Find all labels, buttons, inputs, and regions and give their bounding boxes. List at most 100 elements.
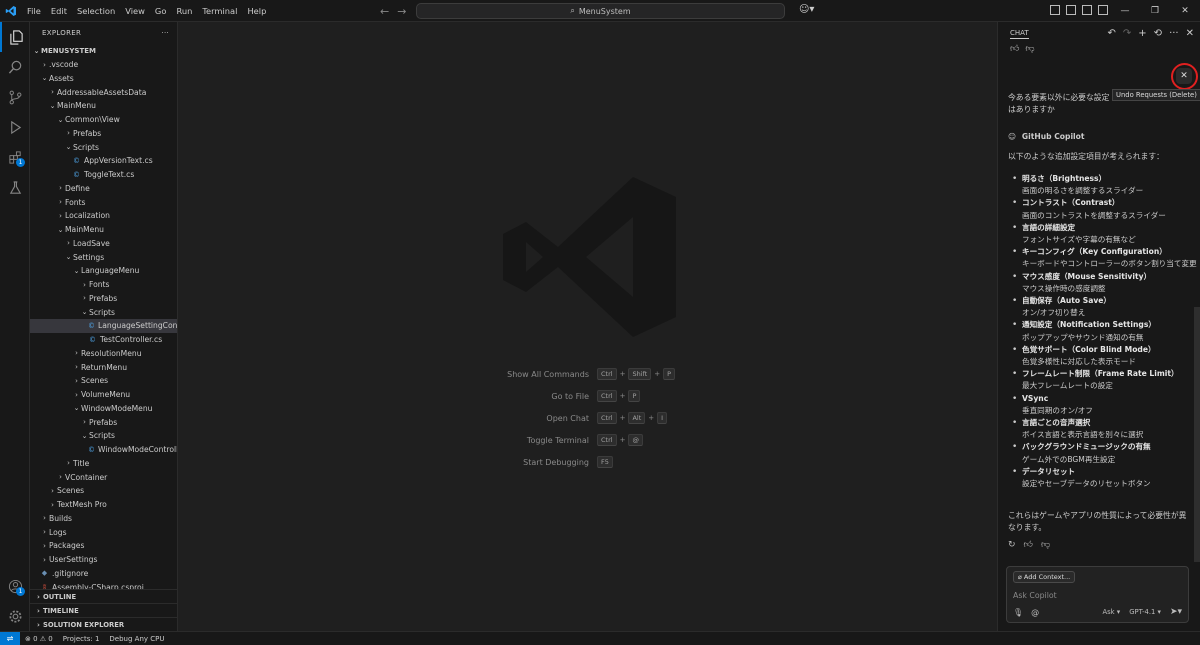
restore-icon[interactable]: ❐ xyxy=(1140,0,1170,22)
more-actions-icon[interactable]: ··· xyxy=(161,29,169,37)
ask-copilot-input[interactable] xyxy=(1013,589,1183,601)
tree-folder[interactable]: › AddressableAssetsData xyxy=(30,85,177,99)
chevron-right-icon: › xyxy=(59,198,62,207)
mention-icon[interactable]: @ xyxy=(1031,608,1039,617)
minimize-icon[interactable]: — xyxy=(1110,0,1140,22)
mode-select[interactable]: Ask ▾ xyxy=(1102,608,1120,616)
thumbs-up-icon[interactable]: 👍︎ xyxy=(1024,540,1033,550)
command-center[interactable]: ⌕ MenuSystem xyxy=(416,3,785,19)
tree-file[interactable]: © TestController.cs xyxy=(30,333,177,347)
tree-folder[interactable]: › Prefabs xyxy=(30,127,177,141)
run-debug-icon[interactable] xyxy=(0,112,30,142)
tree-folder[interactable]: › VContainer xyxy=(30,470,177,484)
toggle-secondary-sidebar-icon[interactable] xyxy=(1098,5,1108,15)
tree-folder[interactable]: ⌄ Assets xyxy=(30,72,177,86)
tree-folder[interactable]: › LoadSave xyxy=(30,237,177,251)
tree-folder[interactable]: › Scenes xyxy=(30,374,177,388)
section-solution-explorer[interactable]: › SOLUTION EXPLORER xyxy=(30,617,177,631)
tree-folder[interactable]: ⌄ Settings xyxy=(30,250,177,264)
explorer-icon[interactable] xyxy=(0,22,30,52)
more-icon[interactable]: ··· xyxy=(1169,28,1179,39)
chat-panel: CHAT ↶ ↷ + ⟲ ··· ✕ 👍︎ 👎︎ ✕ Undo Requests… xyxy=(997,22,1200,631)
layout-controls xyxy=(1050,5,1108,15)
manage-gear-icon[interactable] xyxy=(0,601,30,631)
thumbs-down-icon[interactable]: 👎︎ xyxy=(1041,540,1050,550)
redo-icon[interactable]: ↷ xyxy=(1123,28,1131,39)
menu-terminal[interactable]: Terminal xyxy=(197,0,242,22)
tree-folder[interactable]: ⌄ Scripts xyxy=(30,140,177,154)
tree-file[interactable]: © AppVersionText.cs xyxy=(30,154,177,168)
tree-folder[interactable]: › Fonts xyxy=(30,195,177,209)
close-chat-icon[interactable]: ✕ xyxy=(1186,28,1194,39)
model-select[interactable]: GPT-4.1 ▾ xyxy=(1129,608,1161,616)
retry-icon[interactable]: ↻ xyxy=(1008,540,1016,550)
thumbs-down-icon[interactable]: 👎︎ xyxy=(1025,44,1034,54)
customize-layout-icon[interactable] xyxy=(1050,5,1060,15)
source-control-icon[interactable] xyxy=(0,82,30,112)
menu-view[interactable]: View xyxy=(120,0,150,22)
tree-folder[interactable]: ⌄ Scripts xyxy=(30,305,177,319)
tree-file[interactable]: ◆ .gitignore xyxy=(30,567,177,581)
tree-folder[interactable]: › Localization xyxy=(30,209,177,223)
history-icon[interactable]: ⟲ xyxy=(1154,28,1162,39)
tree-folder[interactable]: ⌄ LanguageMenu xyxy=(30,264,177,278)
tree-folder[interactable]: › UserSettings xyxy=(30,553,177,567)
menu-help[interactable]: Help xyxy=(242,0,271,22)
tree-folder[interactable]: › Prefabs xyxy=(30,415,177,429)
extensions-icon[interactable]: 1 xyxy=(0,142,30,172)
menu-file[interactable]: File xyxy=(22,0,46,22)
send-icon[interactable]: ➤▾ xyxy=(1170,607,1182,617)
debug-config[interactable]: Debug Any CPU xyxy=(104,635,169,643)
chat-scrollbar[interactable] xyxy=(1194,307,1200,562)
search-icon[interactable] xyxy=(0,52,30,82)
toggle-sidebar-icon[interactable] xyxy=(1066,5,1076,15)
tree-folder[interactable]: › ReturnMenu xyxy=(30,360,177,374)
new-chat-icon[interactable]: + xyxy=(1138,28,1146,39)
tree-folder[interactable]: › VolumeMenu xyxy=(30,388,177,402)
tree-folder[interactable]: › Prefabs xyxy=(30,292,177,306)
toggle-panel-icon[interactable] xyxy=(1082,5,1092,15)
window-close-icon[interactable]: ✕ xyxy=(1170,0,1200,22)
forward-arrow-icon[interactable]: → xyxy=(397,5,406,18)
menu-selection[interactable]: Selection xyxy=(72,0,120,22)
tree-folder[interactable]: ⌄ MainMenu xyxy=(30,99,177,113)
chat-tab[interactable]: CHAT xyxy=(1010,28,1029,39)
menu-go[interactable]: Go xyxy=(150,0,172,22)
tree-folder[interactable]: › Scenes xyxy=(30,484,177,498)
tree-folder[interactable]: ⌄ WindowModeMenu xyxy=(30,402,177,416)
explorer-title: EXPLORER xyxy=(42,29,82,37)
back-arrow-icon[interactable]: ← xyxy=(380,5,389,18)
tree-folder[interactable]: › Title xyxy=(30,457,177,471)
copilot-menu-icon[interactable]: ☺▾ xyxy=(799,4,814,15)
section-outline[interactable]: › OUTLINE xyxy=(30,589,177,603)
tree-folder[interactable]: › TextMesh Pro xyxy=(30,498,177,512)
testing-icon[interactable] xyxy=(0,172,30,202)
section-timeline[interactable]: › TIMELINE xyxy=(30,603,177,617)
menu-edit[interactable]: Edit xyxy=(46,0,72,22)
suggestion-desc: 垂直同期のオン/オフ xyxy=(1022,405,1093,415)
remote-icon[interactable]: ⇌ xyxy=(0,631,20,645)
tree-folder[interactable]: › ResolutionMenu xyxy=(30,347,177,361)
tree-item-label: Scenes xyxy=(81,376,109,386)
problems-indicator[interactable]: ⊗ 0 ⚠ 0 xyxy=(20,635,58,643)
tree-folder[interactable]: › Logs xyxy=(30,525,177,539)
accounts-icon[interactable]: 1 xyxy=(0,571,30,601)
add-context-button[interactable]: ⌀ Add Context... xyxy=(1013,571,1076,583)
undo-icon[interactable]: ↶ xyxy=(1108,28,1116,39)
tree-folder[interactable]: ⌄ MainMenu xyxy=(30,223,177,237)
microphone-icon[interactable]: 🎙︎ xyxy=(1013,608,1023,617)
tree-folder[interactable]: › Builds xyxy=(30,512,177,526)
projects-indicator[interactable]: Projects: 1 xyxy=(58,635,105,643)
thumbs-up-icon[interactable]: 👍︎ xyxy=(1010,44,1019,54)
tree-folder[interactable]: › Define xyxy=(30,182,177,196)
tree-folder[interactable]: ⌄ MENUSYSTEM xyxy=(30,44,177,58)
tree-file[interactable]: ©LanguageSettingControll... xyxy=(30,319,177,333)
tree-file[interactable]: ©WindowModeController.cs xyxy=(30,443,177,457)
tree-folder[interactable]: › Fonts xyxy=(30,278,177,292)
tree-file[interactable]: © ToggleText.cs xyxy=(30,168,177,182)
tree-folder[interactable]: › .vscode xyxy=(30,58,177,72)
tree-folder[interactable]: ⌄ Scripts xyxy=(30,429,177,443)
tree-folder[interactable]: › Packages xyxy=(30,539,177,553)
tree-folder[interactable]: ⌄ Common\View xyxy=(30,113,177,127)
menu-run[interactable]: Run xyxy=(171,0,197,22)
